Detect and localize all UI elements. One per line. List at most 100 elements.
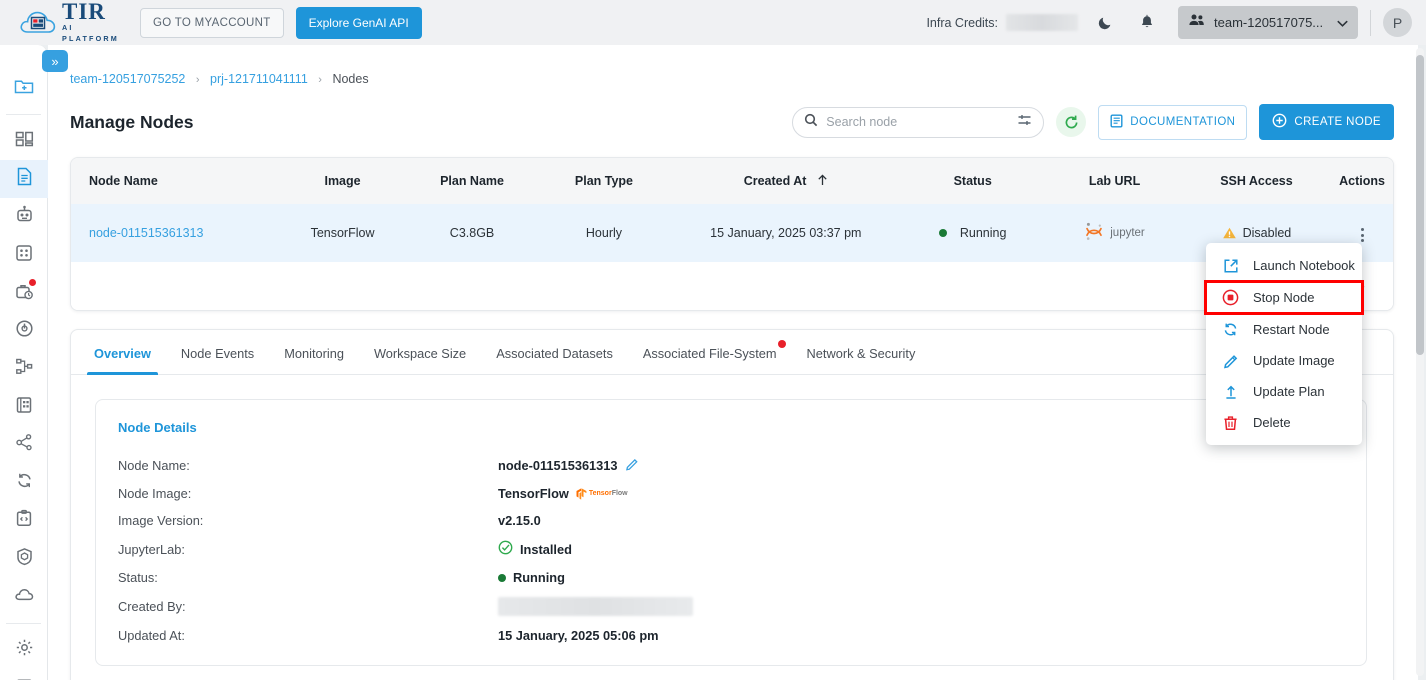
tab-overview[interactable]: Overview (79, 330, 166, 375)
tab-associated-datasets[interactable]: Associated Datasets (481, 330, 628, 374)
sidebar-item-datasets[interactable] (0, 236, 48, 274)
sidebar-item-storage[interactable] (0, 578, 48, 616)
refresh-cycle-icon (15, 471, 34, 495)
field-value-wrap: Installed (498, 540, 572, 558)
avatar[interactable]: P (1383, 8, 1412, 37)
sidebar-item-dashboard[interactable] (0, 122, 48, 160)
menu-item-update-plan[interactable]: Update Plan (1206, 376, 1362, 407)
col-node-name[interactable]: Node Name (71, 158, 276, 204)
sidebar-item-jobs[interactable] (0, 274, 48, 312)
sidebar-item-nodes[interactable] (0, 160, 48, 198)
menu-item-update-image[interactable]: Update Image (1206, 345, 1362, 376)
tab-workspace-size[interactable]: Workspace Size (359, 330, 481, 374)
menu-item-label: Delete (1253, 415, 1291, 430)
sitemap-icon (15, 357, 34, 381)
filter-sliders-icon[interactable] (1017, 113, 1032, 132)
refresh-button[interactable] (1056, 107, 1087, 137)
team-selector-label: team-120517075... (1214, 15, 1324, 30)
search-node-box[interactable] (792, 106, 1045, 138)
field-value: TensorFlow (498, 486, 569, 501)
search-input[interactable] (826, 115, 1018, 129)
pencil-icon (1222, 352, 1239, 369)
menu-item-launch-notebook[interactable]: Launch Notebook (1206, 250, 1362, 281)
menu-item-label: Stop Node (1253, 290, 1315, 305)
target-icon (15, 319, 34, 343)
status-dot-icon (498, 573, 506, 582)
rail-divider-bottom (6, 623, 41, 624)
col-image[interactable]: Image (275, 158, 410, 204)
field-value-redacted (498, 597, 693, 616)
field-value: Installed (520, 541, 572, 557)
sidebar-item-settings[interactable] (0, 631, 48, 669)
left-sidebar-rail (0, 45, 48, 680)
sidebar-item-pipelines[interactable] (0, 350, 48, 388)
sidebar-collapse-button[interactable]: » (42, 50, 68, 72)
field-value: node-011515361313 (498, 458, 618, 473)
page-scrollbar-thumb[interactable] (1416, 55, 1424, 355)
cell-image: TensorFlow (310, 226, 375, 240)
moon-icon[interactable] (1090, 8, 1120, 38)
field-value-wrap: TensorFlow TensorFlow (498, 486, 628, 501)
cell-node-name: node-011515361313 (71, 204, 275, 262)
pencil-icon[interactable] (625, 457, 639, 474)
brand-logo[interactable]: TIR AI PLATFORM (18, 0, 119, 44)
tab-node-events[interactable]: Node Events (166, 330, 269, 374)
menu-item-label: Update Image (1253, 353, 1335, 368)
sidebar-item-inference[interactable] (0, 312, 48, 350)
go-to-myaccount-button[interactable]: GO TO MYACCOUNT (140, 7, 284, 38)
brand-name: TIR (62, 0, 106, 24)
col-plan-name[interactable]: Plan Name (409, 158, 535, 204)
breadcrumb-current: Nodes (332, 72, 369, 86)
breadcrumb-separator: › (318, 74, 322, 86)
sidebar-item-sync[interactable] (0, 464, 48, 502)
sidebar-item-models[interactable] (0, 198, 48, 236)
sidebar-item-registry[interactable] (0, 388, 48, 426)
brand-subtitle: AI PLATFORM (62, 22, 119, 43)
tab-network-security[interactable]: Network & Security (792, 330, 931, 374)
sidebar-item-code[interactable] (0, 502, 48, 540)
col-created-at[interactable]: Created At (673, 158, 899, 204)
sidebar-item-share[interactable] (0, 426, 48, 464)
sidebar-item-new-project[interactable] (0, 69, 48, 107)
menu-item-restart-node[interactable]: Restart Node (1206, 314, 1362, 345)
menu-item-stop-node[interactable]: Stop Node (1204, 280, 1364, 315)
tab-label: Node Events (180, 346, 255, 361)
create-node-button[interactable]: CREATE NODE (1259, 104, 1394, 140)
tab-label: Overview (94, 346, 151, 361)
menu-item-delete[interactable]: Delete (1206, 407, 1362, 438)
field-value-wrap: node-011515361313 (498, 457, 639, 474)
explore-genai-api-button[interactable]: Explore GenAI API (295, 6, 422, 39)
field-value: v2.15.0 (498, 513, 541, 528)
field-created-by: Created By: (118, 597, 1344, 616)
cell-plan-type: Hourly (585, 226, 623, 240)
jupyter-logo-icon (1084, 221, 1104, 245)
table-row[interactable]: node-011515361313 TensorFlow C3.8GB Hour… (71, 204, 1393, 262)
node-name-link[interactable]: node-011515361313 (89, 226, 203, 240)
grid-square-icon (15, 244, 33, 267)
breadcrumb-project[interactable]: prj-121711041111 (210, 72, 308, 86)
team-selector[interactable]: team-120517075... (1178, 6, 1358, 39)
col-plan-type[interactable]: Plan Type (534, 158, 674, 204)
toolbar-actions: DOCUMENTATION CREATE NODE (792, 104, 1394, 140)
tab-label: Monitoring (284, 346, 344, 361)
table-header-row: Node Name Image Plan Name Plan Type Crea… (71, 158, 1393, 204)
tab-associated-file-system[interactable]: Associated File-System (628, 330, 792, 374)
breadcrumb-team[interactable]: team-120517075252 (70, 72, 185, 86)
tab-monitoring[interactable]: Monitoring (269, 330, 359, 374)
sidebar-item-billing[interactable] (0, 669, 48, 680)
col-status[interactable]: Status (898, 158, 1048, 204)
book-grid-icon (15, 396, 33, 419)
bell-icon[interactable] (1132, 8, 1162, 38)
tab-label: Associated Datasets (496, 346, 613, 361)
cell-created-at: 15 January, 2025 03:37 pm (710, 226, 862, 240)
documentation-button[interactable]: DOCUMENTATION (1098, 104, 1248, 140)
cell-status: Running (898, 204, 1047, 262)
rail-divider (6, 114, 41, 115)
col-lab-url[interactable]: Lab URL (1047, 158, 1182, 204)
document-icon (16, 167, 33, 191)
field-label: Status: (118, 570, 158, 585)
col-ssh-access[interactable]: SSH Access (1181, 158, 1332, 204)
jupyter-link[interactable]: jupyter (1084, 221, 1145, 245)
col-actions: Actions (1331, 158, 1393, 204)
sidebar-item-containers[interactable] (0, 540, 48, 578)
